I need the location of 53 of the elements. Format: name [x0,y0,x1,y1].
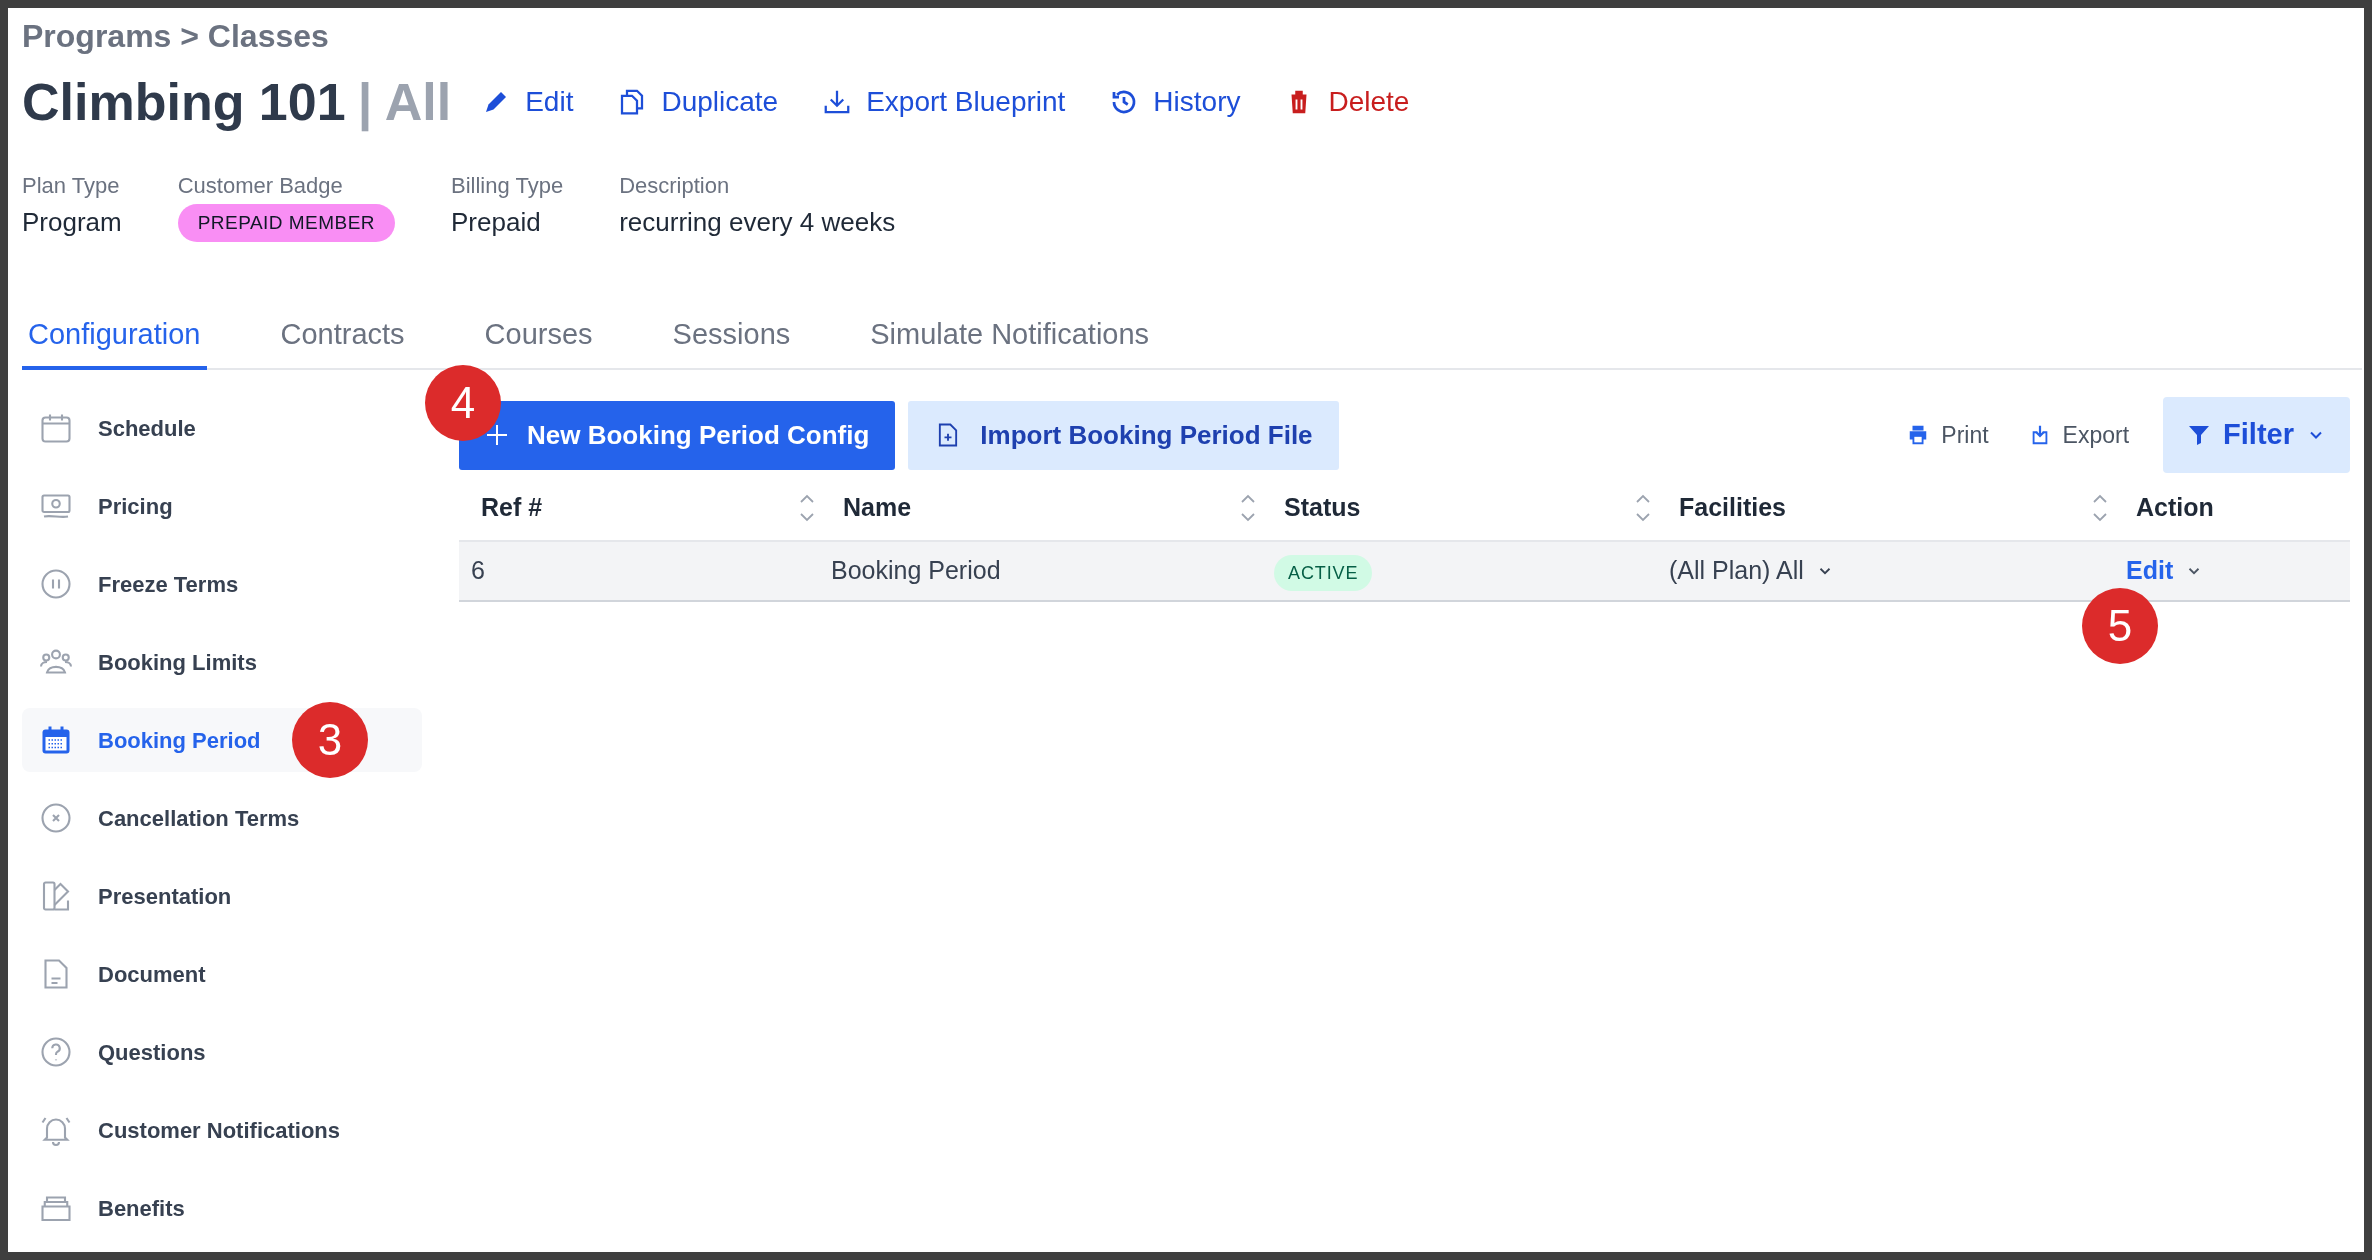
sidebar-item[interactable]: Booking Limits [22,630,422,694]
import-button[interactable]: Import Booking Period File [908,400,1339,470]
tab[interactable]: Simulate Notifications [864,298,1156,370]
field-value: Program [22,206,122,238]
action-link[interactable]: Export Blueprint [822,81,1066,123]
export-link[interactable]: Export [2028,417,2130,453]
badge: PREPAID MEMBER [177,204,396,242]
tab[interactable]: Configuration [22,298,207,370]
field-value: recurring every 4 weeks [619,206,896,238]
sidebar-item[interactable]: Presentation [22,864,422,928]
action-link[interactable]: Duplicate [617,81,779,123]
table-cell: Booking Period [831,556,1001,585]
plus-icon [485,423,509,447]
sidebar-item[interactable]: Schedule [22,396,422,460]
step-callout-tooltip: 3 [292,702,368,778]
field-value: Prepaid [451,206,542,238]
sidebar-item[interactable]: Freeze Terms [22,552,422,616]
sort-icon[interactable] [2090,492,2110,524]
step-callout-tooltip: 5 [2082,588,2158,665]
action-link[interactable]: Edit [481,81,574,123]
sort-icon[interactable] [797,492,817,524]
column-header[interactable]: Facilities [1679,476,2136,540]
sidebar-item[interactable]: Customer Notifications [22,1098,422,1162]
field-label: Customer Badge [177,172,344,200]
tab[interactable]: Contracts [274,298,411,370]
column-header[interactable]: Status [1284,476,1679,540]
page-title: Climbing 101 [22,72,346,133]
sort-icon[interactable] [1633,492,1653,524]
filter-button[interactable]: Filter [2163,397,2350,473]
edit-dropdown[interactable]: Edit [2126,552,2204,590]
action-link[interactable]: History [1109,81,1241,123]
print-link[interactable]: Print [1907,417,1989,453]
column-header[interactable]: Name [843,476,1284,540]
sort-icon[interactable] [1238,492,1258,524]
breadcrumb: Programs > Classes [22,18,330,54]
action-link[interactable]: Delete [1284,81,1410,123]
sidebar-item[interactable]: Questions [22,1020,422,1084]
step-callout-tooltip: 4 [425,364,501,441]
table-cell: 6 [471,556,485,585]
sidebar-item[interactable]: Document [22,942,422,1006]
facilities-dropdown[interactable]: (All Plan) All [1669,552,1834,590]
sidebar-item[interactable]: Benefits [22,1176,422,1240]
title-scope: | All [357,72,452,134]
column-header[interactable]: Action [2136,476,2350,540]
tab[interactable]: Sessions [666,298,797,370]
column-header[interactable]: Ref # [459,476,843,540]
sidebar-item[interactable]: Pricing [22,474,422,538]
sidebar-item[interactable]: Cancellation Terms [22,786,422,850]
field-label: Billing Type [451,172,564,200]
field-label: Description [619,172,731,200]
field-label: Plan Type [22,172,121,200]
status-badge: ACTIVE [1274,554,1373,591]
funnel-icon [2187,423,2212,447]
